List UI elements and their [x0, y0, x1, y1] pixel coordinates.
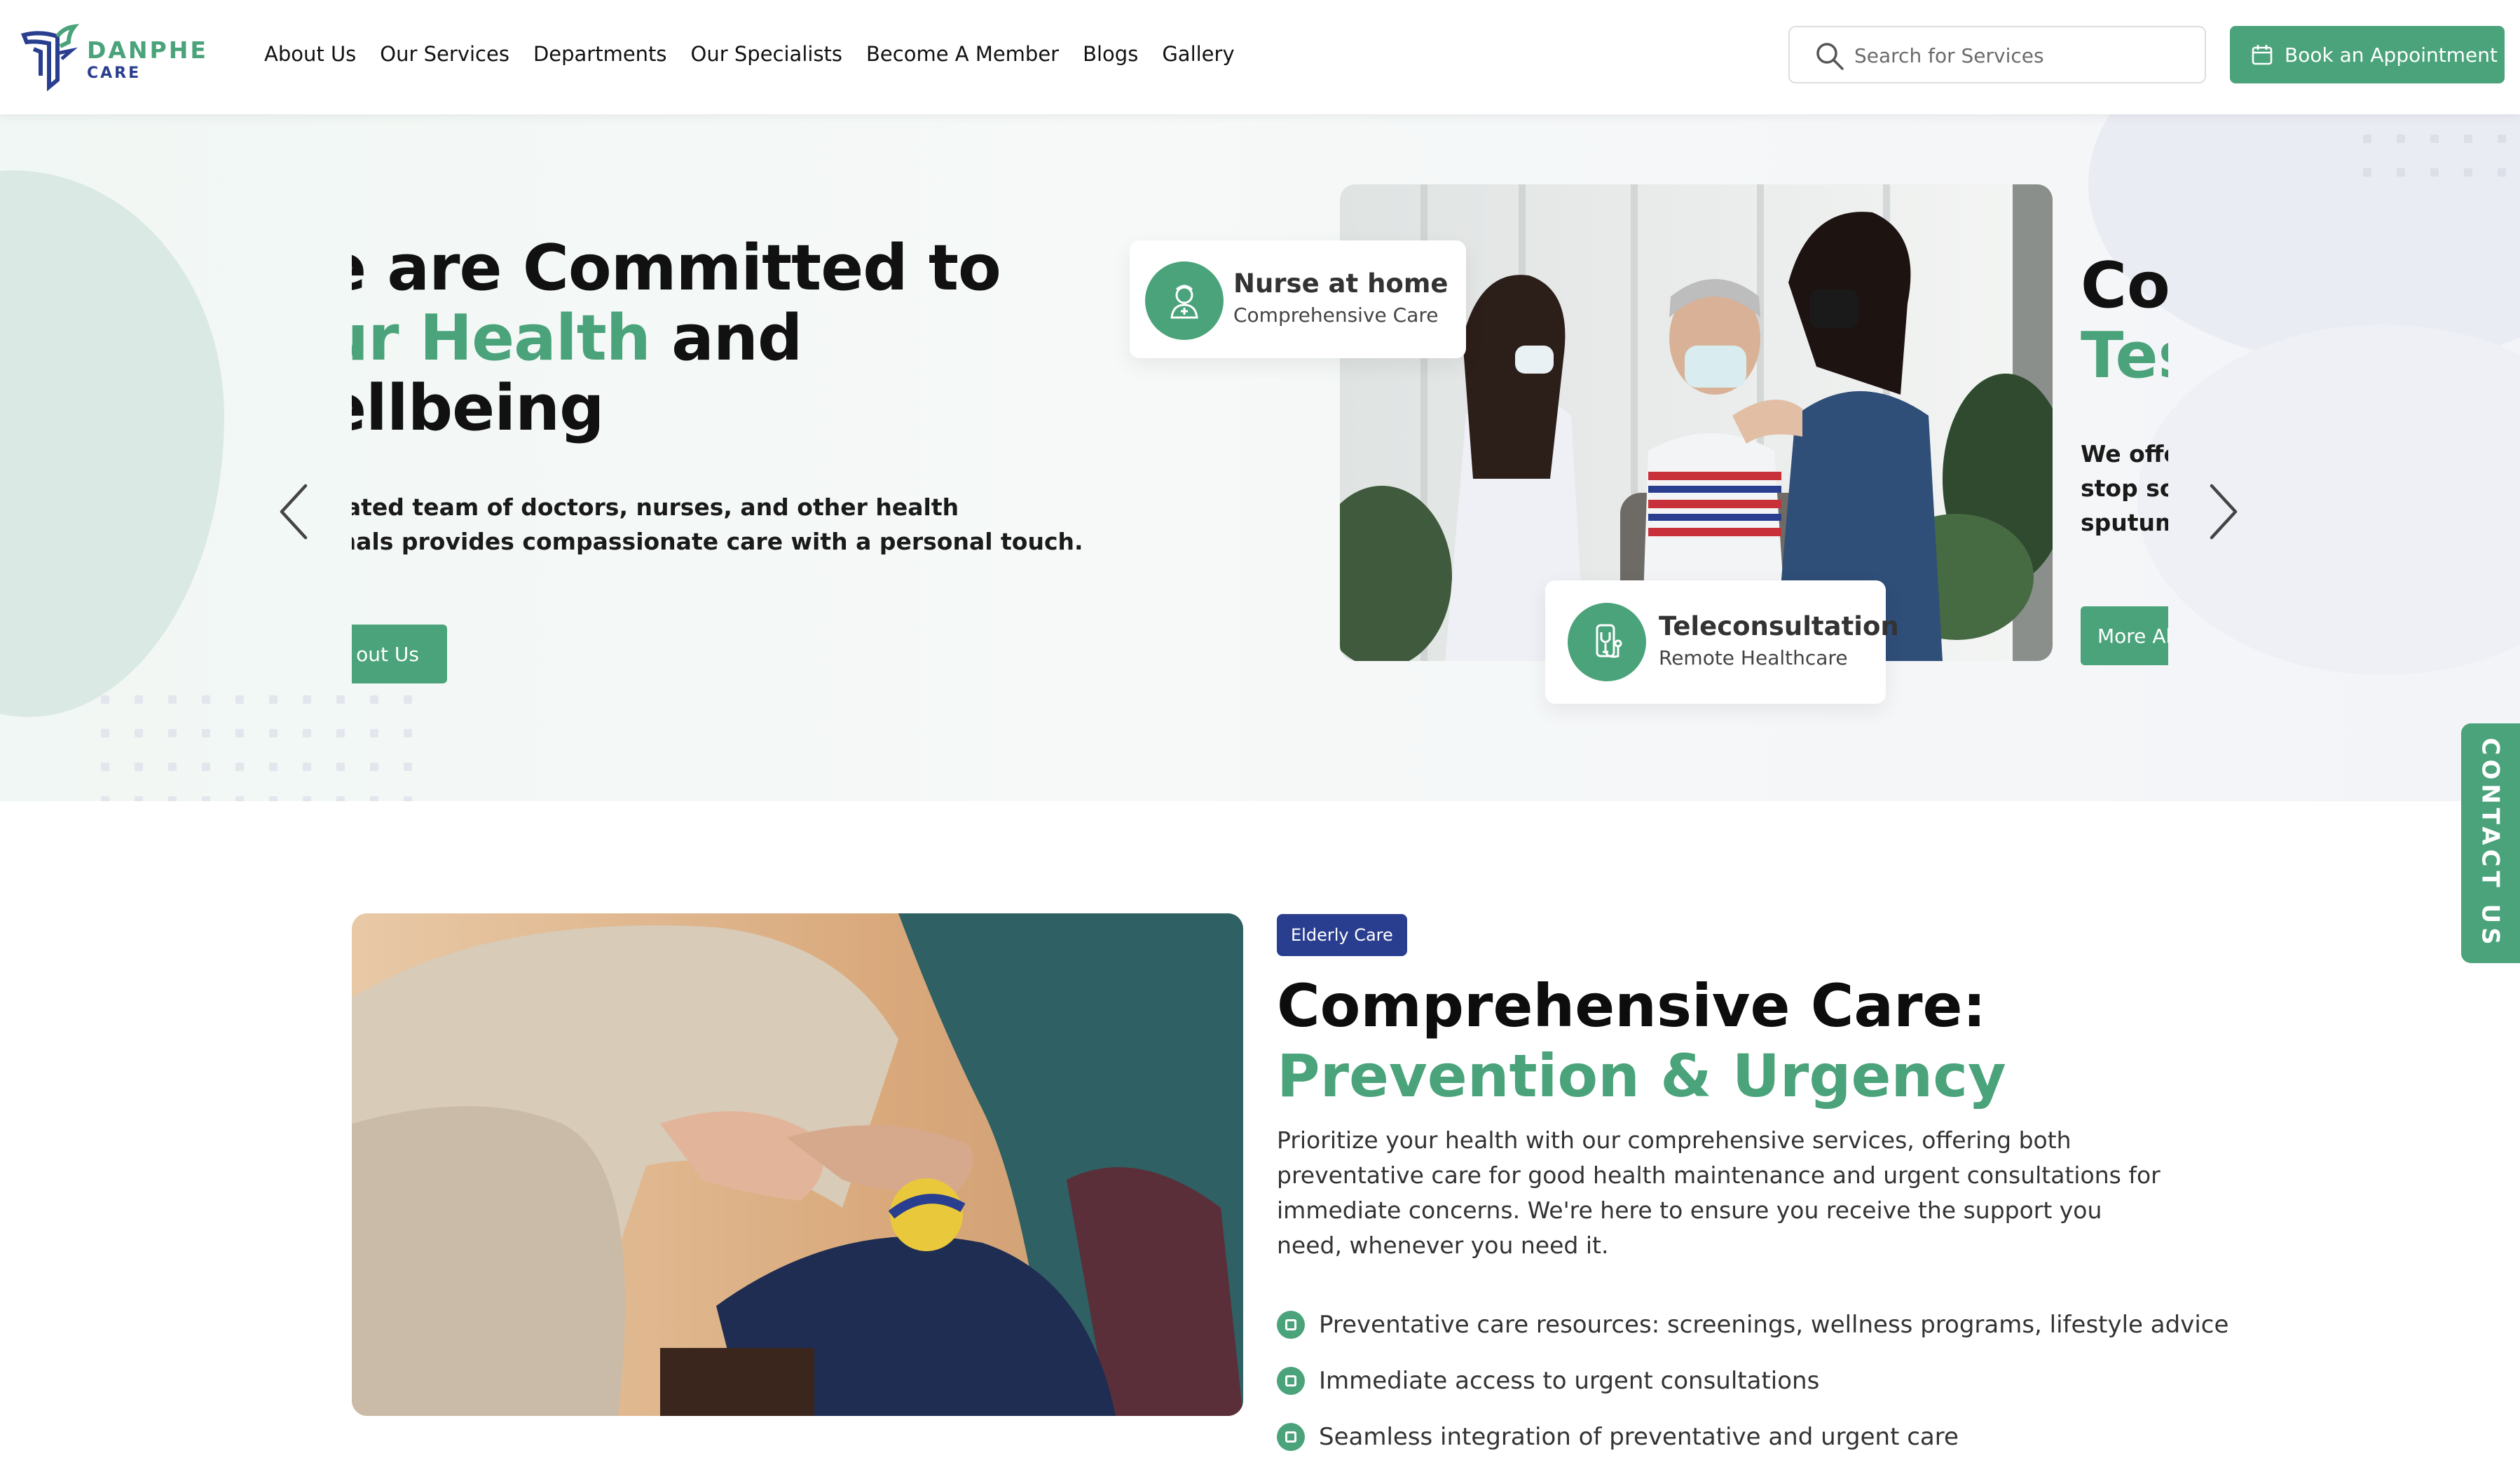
- contact-us-label: CONTACT US: [2477, 737, 2505, 949]
- nav-gallery[interactable]: Gallery: [1162, 42, 1234, 66]
- more-about-button[interactable]: More Ab: [2081, 606, 2168, 665]
- feature-item: Immediate access to urgent consultations: [1277, 1353, 2228, 1409]
- decorative-blob: [0, 170, 224, 717]
- search-icon[interactable]: [1815, 41, 1844, 71]
- feature-item: Seamless integration of preventative and…: [1277, 1409, 2228, 1465]
- check-icon: [1277, 1423, 1305, 1451]
- nav-become-a-member[interactable]: Become A Member: [866, 42, 1059, 66]
- hero-carousel: e are Committed to ur Health and ellbein…: [0, 114, 2520, 801]
- feature-list: Preventative care resources: screenings,…: [1277, 1297, 2228, 1465]
- contact-us-tab[interactable]: CONTACT US: [2461, 723, 2520, 963]
- book-appointment-button[interactable]: Book an Appointment: [2230, 26, 2505, 83]
- logo-bird-icon: [20, 24, 79, 91]
- card-title: Nurse at home: [1233, 268, 1449, 299]
- check-icon: [1277, 1311, 1305, 1339]
- card-subtitle: Remote Healthcare: [1659, 646, 1848, 669]
- chevron-right-icon[interactable]: [2202, 480, 2244, 543]
- nav-our-services[interactable]: Our Services: [380, 42, 509, 66]
- dot-pattern: [2360, 132, 2520, 202]
- nurse-at-home-card[interactable]: Nurse at home Comprehensive Care: [1130, 240, 1466, 358]
- nav-about-us[interactable]: About Us: [264, 42, 356, 66]
- category-badge[interactable]: Elderly Care: [1277, 914, 1407, 956]
- chevron-left-icon[interactable]: [273, 480, 315, 543]
- nav-blogs[interactable]: Blogs: [1083, 42, 1138, 66]
- section-paragraph: Prioritize your health with our comprehe…: [1277, 1126, 2161, 1259]
- section-title: Comprehensive Care:: [1277, 972, 1987, 1040]
- section-title-highlight: Prevention & Urgency: [1277, 1042, 2006, 1110]
- calendar-icon: [2252, 45, 2273, 65]
- stethoscope-phone-icon: [1568, 603, 1646, 681]
- slide-heading-highlight: Tes: [2081, 319, 2168, 393]
- slide-heading: e are Committed to ur Health and ellbein…: [352, 231, 1001, 445]
- card-subtitle: Comprehensive Care: [1233, 304, 1439, 327]
- main-nav: About Us Our Services Departments Our Sp…: [264, 42, 1259, 66]
- nav-our-specialists[interactable]: Our Specialists: [691, 42, 842, 66]
- search-input[interactable]: [1853, 40, 2189, 71]
- teleconsultation-card[interactable]: Teleconsultation Remote Healthcare: [1545, 580, 1899, 704]
- about-us-button[interactable]: out Us: [352, 625, 447, 683]
- logo-wordmark: DANPHE: [87, 36, 208, 64]
- logo-subtitle: CARE: [87, 64, 142, 82]
- book-appointment-label: Book an Appointment: [2285, 43, 2498, 67]
- nav-departments[interactable]: Departments: [533, 42, 667, 66]
- card-title: Teleconsultation: [1659, 611, 1899, 641]
- search-box: [1788, 26, 2206, 83]
- elderly-care-photo: [352, 913, 1243, 1416]
- feature-item: Preventative care resources: screenings,…: [1277, 1297, 2228, 1353]
- slide-heading: Co: [2081, 249, 2168, 322]
- nurse-icon: [1145, 261, 1224, 340]
- slide-description: We offer stop solu sputum t: [2081, 440, 2168, 536]
- decorative-blob: [2137, 325, 2520, 675]
- carousel-slide: e are Committed to ur Health and ellbein…: [352, 114, 2053, 801]
- site-header: DANPHE CARE About Us Our Services Depart…: [0, 0, 2520, 114]
- check-icon: [1277, 1367, 1305, 1395]
- carousel-track: e are Committed to ur Health and ellbein…: [352, 114, 2168, 801]
- carousel-slide: Co Tes We offer stop solu sputum t More …: [2081, 114, 2168, 801]
- slide-description: icated team of doctors, nurses, and othe…: [352, 493, 1083, 555]
- logo[interactable]: DANPHE CARE: [20, 21, 206, 91]
